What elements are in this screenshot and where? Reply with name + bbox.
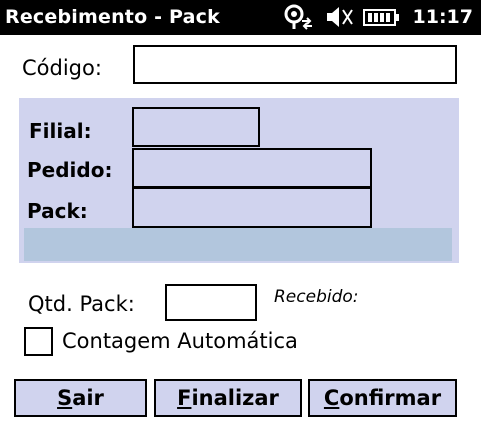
pedido-field (132, 148, 372, 188)
pack-label: Pack: (27, 199, 88, 223)
filial-field (132, 107, 260, 147)
sair-label: air (72, 386, 104, 410)
recebido-label: Recebido: (274, 287, 359, 307)
contagem-automatica-label[interactable]: Contagem Automática (62, 328, 298, 354)
finalizar-accel: F (177, 386, 192, 410)
battery-icon[interactable] (363, 3, 401, 31)
clock: 11:17 (412, 6, 473, 28)
confirmar-button[interactable]: Confirmar (308, 379, 457, 417)
sair-accel: S (57, 386, 73, 410)
qtd-pack-input[interactable] (165, 284, 257, 321)
filial-label: Filial: (29, 119, 92, 143)
confirmar-accel: C (323, 386, 340, 410)
title-bar: Recebimento - Pack 11:17 (0, 0, 481, 35)
connectivity-icon[interactable] (282, 3, 318, 31)
pack-field (132, 187, 372, 228)
sair-button[interactable]: Sair (14, 379, 147, 417)
app-title: Recebimento - Pack (5, 6, 220, 28)
status-strip (24, 228, 452, 261)
finalizar-label: inalizar (191, 386, 279, 410)
confirmar-label: onfirmar (339, 386, 442, 410)
pedido-label: Pedido: (27, 158, 113, 182)
contagem-automatica-checkbox[interactable] (24, 327, 53, 356)
codigo-label: Código: (22, 56, 102, 80)
codigo-input[interactable] (133, 45, 457, 84)
qtd-pack-label: Qtd. Pack: (28, 292, 135, 316)
pack-info-panel: Filial: Pedido: Pack: (19, 98, 459, 263)
volume-muted-icon[interactable] (324, 3, 354, 31)
finalizar-button[interactable]: Finalizar (154, 379, 302, 417)
